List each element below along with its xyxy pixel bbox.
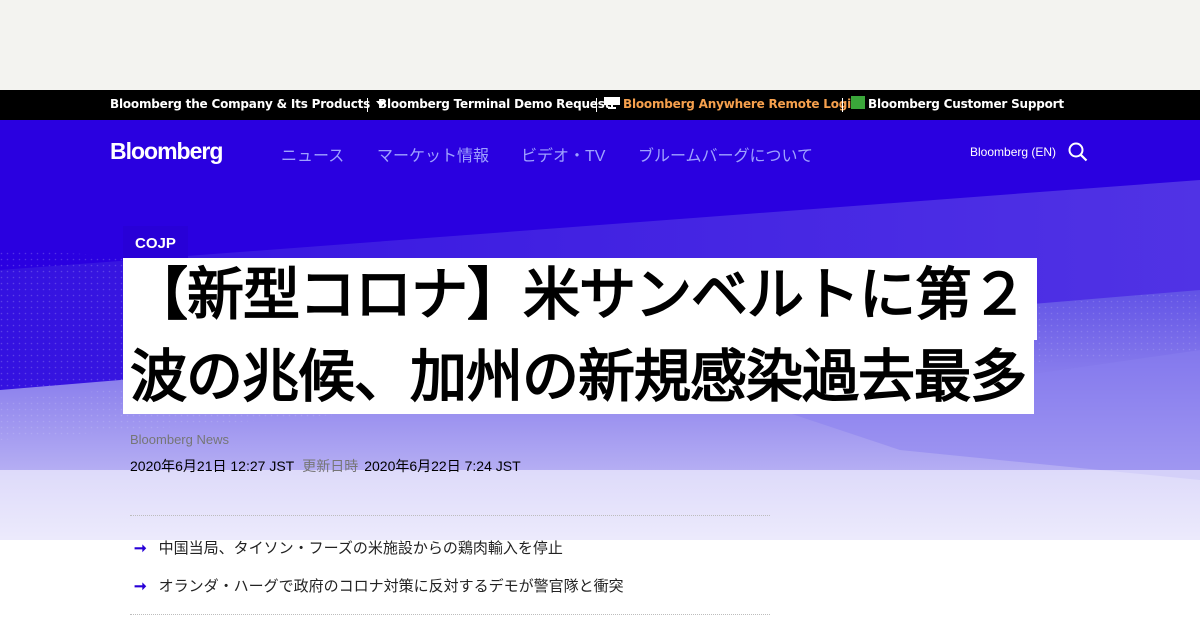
- arrow-right-icon: ➞: [134, 578, 147, 595]
- published-time: 2020年6月21日 12:27 JST: [130, 458, 295, 474]
- monitor-icon: [604, 97, 620, 109]
- main-nav: Bloomberg ニュース マーケット情報 ビデオ・TV ブルームバーグについ…: [0, 120, 1200, 184]
- language-switch[interactable]: Bloomberg (EN): [970, 145, 1056, 159]
- nav-link-news[interactable]: ニュース: [281, 142, 344, 166]
- updated-label: 更新日時: [302, 458, 359, 474]
- divider: [130, 515, 770, 516]
- divider: [367, 98, 368, 112]
- anywhere-login-label: Bloomberg Anywhere Remote Login: [623, 97, 860, 111]
- customer-support-label: Bloomberg Customer Support: [868, 97, 1064, 111]
- article-dates: 2020年6月21日 12:27 JST 更新日時 2020年6月22日 7:24 …: [130, 456, 521, 476]
- article-title-line-1: 【新型コロナ】米サンベルトに第２: [123, 258, 1037, 340]
- company-products-menu[interactable]: Bloomberg the Company & Its Products: [110, 90, 387, 120]
- summary-bullet: ➞ 中国当局、タイソン・フーズの米施設からの鶏肉輸入を停止: [134, 537, 563, 558]
- customer-support-link[interactable]: Bloomberg Customer Support: [851, 90, 1064, 120]
- divider: [842, 98, 843, 112]
- terminal-demo-link[interactable]: Bloomberg Terminal Demo Request: [378, 90, 610, 120]
- top-utility-bar: Bloomberg the Company & Its Products Blo…: [0, 90, 1200, 120]
- company-products-label: Bloomberg the Company & Its Products: [110, 97, 371, 111]
- summary-bullet: ➞ オランダ・ハーグで政府のコロナ対策に反対するデモが警官隊と衝突: [134, 575, 624, 596]
- nav-link-markets[interactable]: マーケット情報: [377, 142, 489, 166]
- divider: [130, 614, 770, 615]
- search-icon[interactable]: [1068, 142, 1088, 162]
- anywhere-login-link[interactable]: Bloomberg Anywhere Remote Login: [604, 90, 860, 120]
- arrow-right-icon: ➞: [134, 540, 147, 557]
- bloomberg-logo[interactable]: Bloomberg: [110, 138, 223, 165]
- article-title-line-2: 波の兆候、加州の新規感染過去最多: [123, 340, 1034, 414]
- divider: [596, 98, 597, 112]
- article-author[interactable]: Bloomberg News: [130, 432, 229, 447]
- summary-bullet-text: 中国当局、タイソン・フーズの米施設からの鶏肉輸入を停止: [158, 540, 563, 557]
- nav-link-about[interactable]: ブルームバーグについて: [638, 142, 813, 166]
- summary-bullet-text: オランダ・ハーグで政府のコロナ対策に反対するデモが警官隊と衝突: [158, 578, 624, 595]
- section-tag[interactable]: COJP: [123, 226, 188, 258]
- nav-link-video[interactable]: ビデオ・TV: [521, 142, 605, 166]
- updated-time: 2020年6月22日 7:24 JST: [364, 458, 521, 474]
- help-icon: [851, 96, 865, 109]
- ad-space: [0, 0, 1200, 90]
